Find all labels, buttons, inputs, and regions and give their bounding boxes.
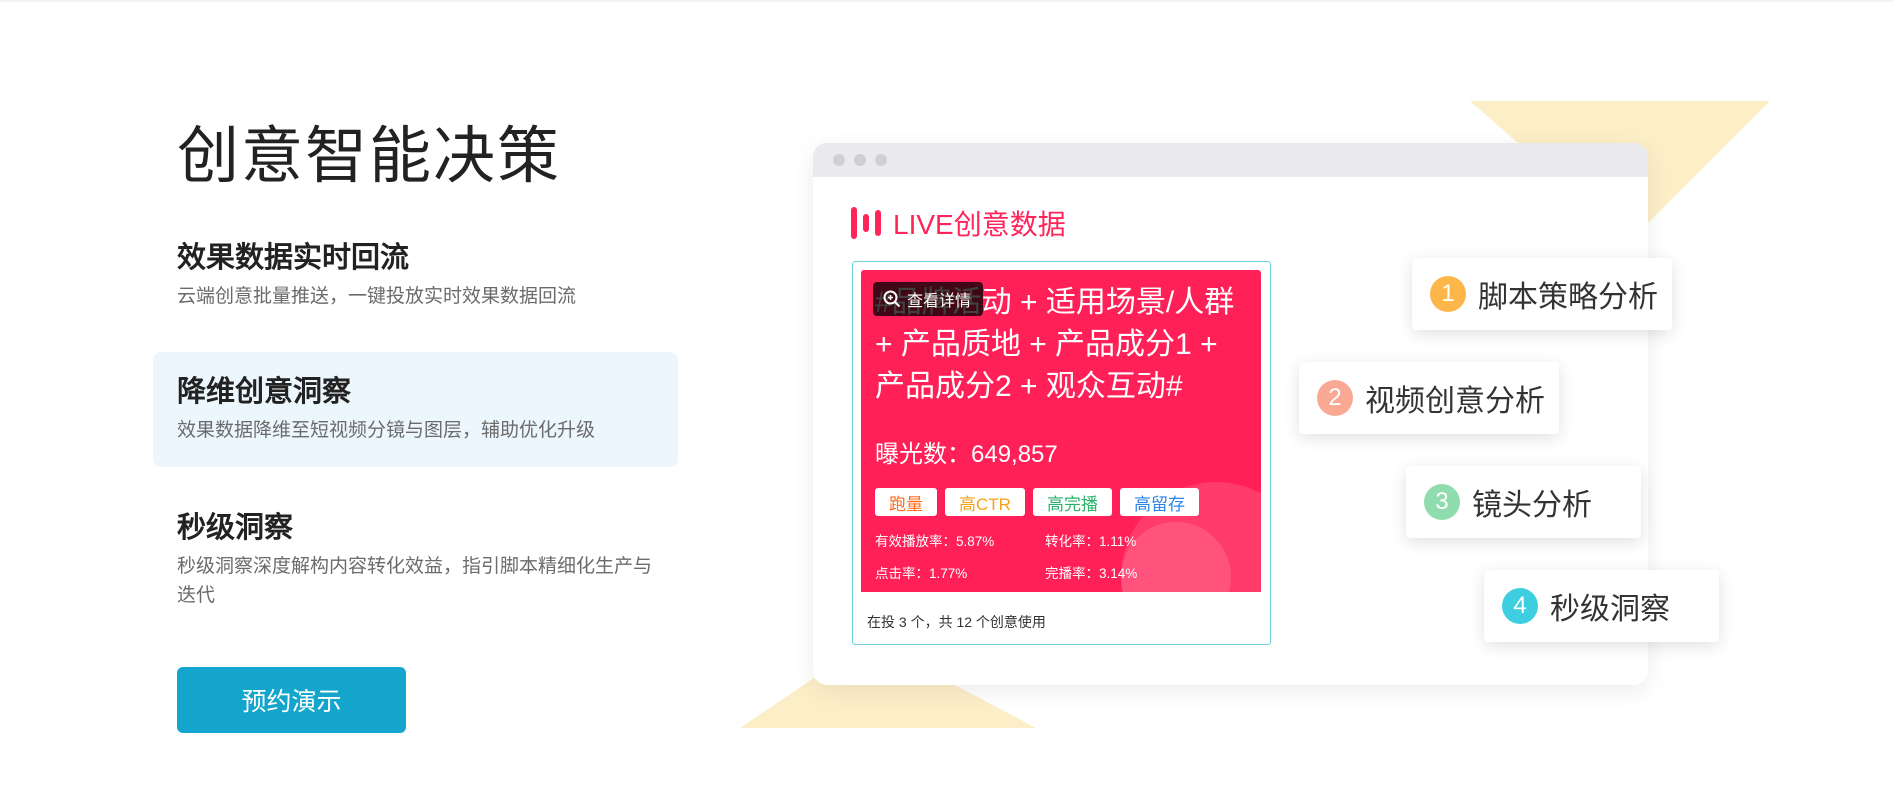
- metric: 转化率：1.11%: [1045, 534, 1137, 549]
- feature-title: 降维创意洞察: [177, 376, 352, 408]
- tag-label: 高CTR: [959, 494, 1011, 514]
- step-number-badge: 2: [1317, 380, 1353, 416]
- browser-titlebar: [813, 143, 1648, 177]
- feature-desc: 云端创意批量推送，一键投放实时效果数据回流: [177, 286, 577, 307]
- feature-desc: 秒级洞察深度解构内容转化效益，指引脚本精细化生产与迭代: [177, 556, 653, 606]
- tag-label: 高留存: [1133, 494, 1185, 514]
- creative-card[interactable]: #品牌活动 + 适用场景/人群 + 产品质地 + 产品成分1 + 产品成分2 +…: [852, 261, 1271, 645]
- live-logo-icon: [851, 207, 881, 239]
- feature-desc: 效果数据降维至短视频分镜与图层，辅助优化升级: [177, 420, 596, 441]
- view-detail-button[interactable]: 查看详情: [873, 282, 984, 316]
- step-number-badge: 4: [1502, 588, 1538, 624]
- metric: 有效播放率：5.87%: [875, 534, 995, 549]
- analysis-label: 秒级洞察: [1550, 593, 1670, 626]
- zoom-in-icon: [883, 290, 901, 308]
- feature-title: 效果数据实时回流: [177, 242, 410, 274]
- tag: 高CTR: [945, 488, 1025, 516]
- window-dot: [854, 154, 866, 166]
- step-number-badge: 1: [1430, 276, 1466, 312]
- tag-label: 跑量: [889, 494, 923, 514]
- tag-list: 跑量 高CTR 高完播 高留存: [875, 488, 1199, 516]
- page-title: 创意智能决策: [177, 122, 562, 191]
- analysis-video-creative[interactable]: 2 视频创意分析: [1299, 362, 1559, 434]
- feature-second-level[interactable]: 秒级洞察 秒级洞察深度解构内容转化效益，指引脚本精细化生产与迭代: [153, 510, 678, 620]
- analysis-script-strategy[interactable]: 1 脚本策略分析: [1412, 258, 1672, 330]
- tag: 跑量: [875, 488, 937, 516]
- analysis-label: 脚本策略分析: [1478, 281, 1658, 314]
- feature-insight[interactable]: 降维创意洞察 效果数据降维至短视频分镜与图层，辅助优化升级: [153, 352, 678, 467]
- tag: 高完播: [1032, 488, 1112, 516]
- feature-realtime-data[interactable]: 效果数据实时回流 云端创意批量推送，一键投放实时效果数据回流: [153, 240, 678, 330]
- exposure-count: 曝光数：649,857: [875, 441, 1058, 468]
- analysis-shot[interactable]: 3 镜头分析: [1406, 466, 1641, 538]
- analysis-label: 镜头分析: [1472, 489, 1592, 522]
- window-dot: [833, 154, 845, 166]
- metric: 点击率：1.77%: [875, 566, 968, 581]
- tag-label: 高完播: [1046, 494, 1098, 514]
- book-demo-button[interactable]: 预约演示: [177, 667, 406, 733]
- feature-title: 秒级洞察: [177, 512, 294, 544]
- live-header: LIVE创意数据: [851, 203, 1066, 243]
- view-detail-label: 查看详情: [907, 293, 972, 310]
- window-dot: [875, 154, 887, 166]
- usage-summary: 在投 3 个，共 12 个创意使用: [867, 614, 1046, 630]
- analysis-label: 视频创意分析: [1365, 385, 1545, 418]
- live-title: LIVE创意数据: [893, 209, 1066, 240]
- creative-preview: #品牌活动 + 适用场景/人群 + 产品质地 + 产品成分1 + 产品成分2 +…: [861, 270, 1261, 592]
- metrics-grid: 有效播放率：5.87% 转化率：1.11% 点击率：1.77% 完播率：3.14…: [875, 530, 1195, 582]
- tag: 高留存: [1119, 488, 1199, 516]
- metric: 完播率：3.14%: [1045, 566, 1138, 581]
- top-divider: [0, 0, 1893, 2]
- analysis-second-level[interactable]: 4 秒级洞察: [1484, 570, 1719, 642]
- step-number-badge: 3: [1424, 484, 1460, 520]
